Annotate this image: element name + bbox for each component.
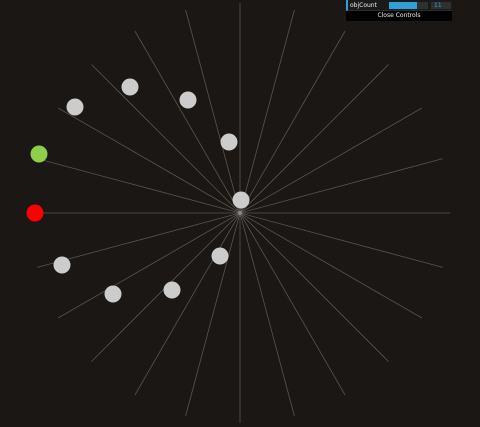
ray-line (239, 212, 443, 268)
ball-white[interactable] (211, 247, 229, 265)
center-point (238, 211, 242, 215)
ball-green[interactable] (30, 145, 48, 163)
ray-line (239, 64, 389, 214)
controls-panel[interactable]: objCount 11 Close Controls (346, 0, 452, 21)
radial-scene[interactable] (0, 0, 480, 427)
ball-white[interactable] (179, 91, 197, 109)
objcount-slider[interactable] (389, 2, 428, 9)
ray-line (134, 30, 241, 214)
ray-line (185, 10, 241, 214)
ray-line (185, 212, 241, 416)
ray-lines (30, 3, 450, 423)
ray-line (239, 158, 443, 214)
ray-line (37, 158, 241, 214)
close-controls-button[interactable]: Close Controls (346, 11, 452, 21)
ball-white[interactable] (104, 285, 122, 303)
objcount-row[interactable]: objCount 11 (346, 0, 452, 11)
objcount-label: objCount (350, 2, 377, 9)
ray-line (239, 10, 295, 214)
ray-line (239, 212, 346, 396)
ball-red[interactable] (26, 204, 44, 222)
objcount-input[interactable]: 11 (431, 2, 451, 9)
ray-line (239, 212, 423, 319)
ray-line (239, 212, 389, 362)
objcount-slider-fill (389, 2, 418, 9)
ray-line (57, 107, 241, 214)
ball-white[interactable] (121, 78, 139, 96)
ball-white[interactable] (66, 98, 84, 116)
ball-white[interactable] (232, 191, 250, 209)
ray-line (239, 107, 423, 214)
ray-line (239, 30, 346, 214)
ball-white[interactable] (220, 133, 238, 151)
ray-line (91, 64, 241, 214)
balls-layer[interactable] (26, 78, 250, 303)
canvas-stage[interactable] (0, 0, 480, 427)
ray-line (57, 212, 241, 319)
ball-white[interactable] (53, 256, 71, 274)
ball-white[interactable] (163, 281, 181, 299)
ray-line (239, 212, 295, 416)
ray-line (134, 212, 241, 396)
